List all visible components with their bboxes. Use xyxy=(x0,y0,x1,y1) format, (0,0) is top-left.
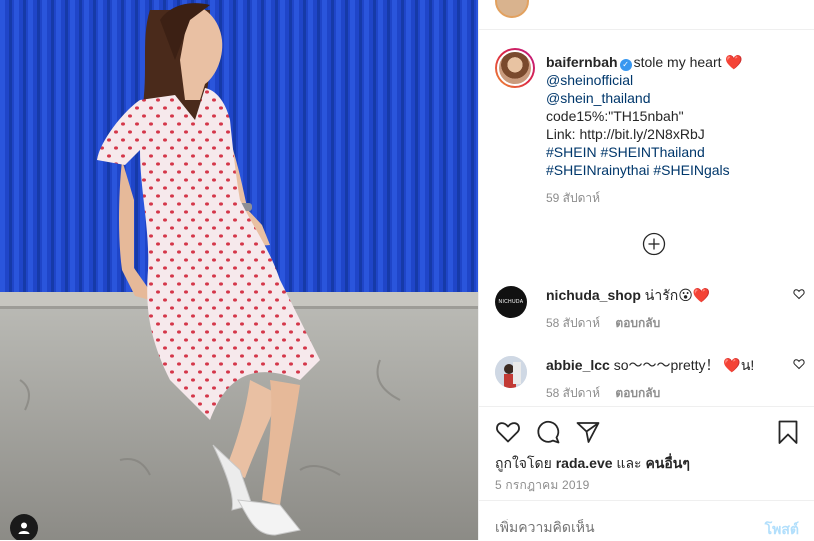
post-photo[interactable] xyxy=(0,0,478,540)
post-actions: ถูกใจโดย rada.eve และ คนอื่นๆ 5 กรกฎาคม … xyxy=(479,406,814,501)
share-icon[interactable] xyxy=(575,419,601,445)
photo-illustration xyxy=(0,0,478,540)
hashtags-line-1[interactable]: #SHEIN #SHEINThailand xyxy=(546,143,796,161)
add-comment-bar: โพสต์ xyxy=(479,500,814,541)
mention-sheinofficial[interactable]: @sheinofficial xyxy=(546,71,796,89)
author-avatar[interactable] xyxy=(495,48,535,88)
likes-joiner: และ xyxy=(616,455,642,471)
user-tag-icon[interactable] xyxy=(10,514,38,540)
commenter-avatar[interactable] xyxy=(495,356,527,388)
commenter-avatar[interactable]: NICHUDA xyxy=(495,286,527,318)
comment-text: น่ารัก😮❤️ xyxy=(644,287,711,303)
comment-username[interactable]: nichuda_shop xyxy=(546,287,641,303)
bookmark-icon[interactable] xyxy=(775,419,801,445)
comment-text: so～～～pretty！ ❤️น! xyxy=(613,357,755,373)
reply-button[interactable]: ตอบกลับ xyxy=(615,386,660,400)
caption-code: code15%:"TH15nbah" xyxy=(546,108,684,124)
comment-username[interactable]: abbie_lcc xyxy=(546,357,610,373)
reply-button[interactable]: ตอบกลับ xyxy=(615,316,660,330)
mention-shein-thailand[interactable]: @shein_thailand xyxy=(546,89,796,107)
comment-input[interactable] xyxy=(495,519,745,535)
load-more-comments-button[interactable] xyxy=(642,232,666,256)
caption-intro: stole my heart xyxy=(633,54,722,70)
likes-prefix: ถูกใจโดย xyxy=(495,455,552,471)
caption-heart-emoji: ❤️ xyxy=(725,54,743,70)
comment-like-heart-icon[interactable] xyxy=(793,358,805,370)
comments-scroll-area[interactable]: baifernbah ✓ stole my heart ❤️ @sheinoffic… xyxy=(479,30,814,406)
plus-circle-icon xyxy=(642,232,666,256)
author-username[interactable]: baifernbah xyxy=(546,54,618,70)
caption-time[interactable]: 59 สัปดาห์ xyxy=(546,189,796,207)
comment-item: NICHUDA nichuda_shop น่ารัก😮❤️ 58 สัปดาห… xyxy=(495,286,805,342)
likes-others-link[interactable]: คนอื่นๆ xyxy=(645,455,689,471)
liker-username[interactable]: rada.eve xyxy=(556,455,613,471)
comment-icon[interactable] xyxy=(535,419,561,445)
comment-time[interactable]: 58 สัปดาห์ xyxy=(546,316,600,330)
post-comment-button[interactable]: โพสต์ xyxy=(765,519,799,541)
comment-time[interactable]: 58 สัปดาห์ xyxy=(546,386,600,400)
heart-icon[interactable] xyxy=(495,419,521,445)
post-date[interactable]: 5 กรกฎาคม 2019 xyxy=(495,476,590,495)
post-side-panel: baifernbah ✓ stole my heart ❤️ @sheinoffic… xyxy=(478,0,814,540)
comment-like-heart-icon[interactable] xyxy=(793,288,805,300)
panel-header xyxy=(479,0,814,30)
verified-badge-icon: ✓ xyxy=(619,59,632,71)
header-avatar[interactable] xyxy=(495,0,529,18)
caption-link: Link: http://bit.ly/2N8xRbJ xyxy=(546,126,705,142)
hashtags-line-2[interactable]: #SHEINrainythai #SHEINgals xyxy=(546,161,796,179)
likes-summary: ถูกใจโดย rada.eve และ คนอื่นๆ xyxy=(495,453,690,475)
comment-item: abbie_lcc so～～～pretty！ ❤️น! 58 สัปดาห์ ต… xyxy=(495,356,805,406)
